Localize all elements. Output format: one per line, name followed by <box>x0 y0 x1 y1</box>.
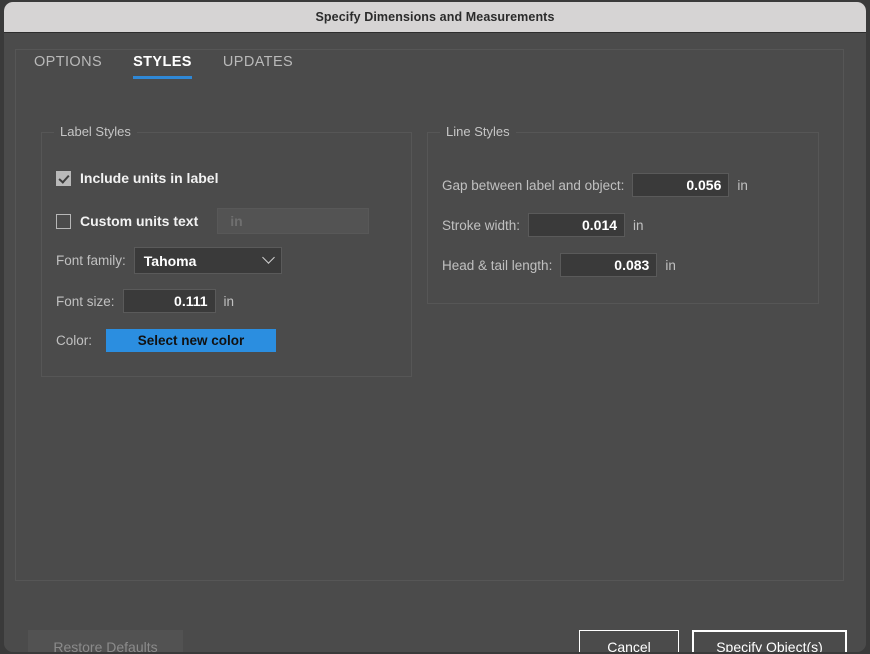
include-units-checkbox[interactable] <box>56 171 71 186</box>
include-units-label: Include units in label <box>80 170 218 186</box>
dialog-body: OPTIONS STYLES UPDATES Label Styles Incl… <box>4 34 866 652</box>
font-family-select[interactable]: Tahoma <box>134 247 282 274</box>
custom-units-row[interactable]: Custom units text in <box>56 208 369 234</box>
stroke-width-row: Stroke width: 0.014 in <box>442 213 644 237</box>
tab-bar: OPTIONS STYLES UPDATES <box>34 54 324 86</box>
color-label: Color: <box>56 333 92 348</box>
cancel-button[interactable]: Cancel <box>579 630 679 652</box>
head-tail-label: Head & tail length: <box>442 258 552 273</box>
font-family-value: Tahoma <box>144 253 197 269</box>
tab-updates[interactable]: UPDATES <box>223 54 293 79</box>
dialog-titlebar: Specify Dimensions and Measurements <box>4 2 866 33</box>
gap-input[interactable]: 0.056 <box>632 173 729 197</box>
stroke-width-unit: in <box>633 218 644 233</box>
font-size-label: Font size: <box>56 294 115 309</box>
tab-styles[interactable]: STYLES <box>133 54 192 79</box>
restore-defaults-button[interactable]: Restore Defaults <box>28 630 183 652</box>
group-label-styles-title: Label Styles <box>54 124 137 139</box>
tab-options[interactable]: OPTIONS <box>34 54 102 79</box>
gap-label: Gap between label and object: <box>442 178 624 193</box>
specify-objects-button[interactable]: Specify Object(s) <box>692 630 847 652</box>
group-line-styles-title: Line Styles <box>440 124 516 139</box>
head-tail-row: Head & tail length: 0.083 in <box>442 253 676 277</box>
font-family-label: Font family: <box>56 253 126 268</box>
dialog-title: Specify Dimensions and Measurements <box>316 10 555 24</box>
font-size-row: Font size: 0.111 in <box>56 289 234 313</box>
select-new-color-button[interactable]: Select new color <box>106 329 276 352</box>
color-row: Color: Select new color <box>56 329 276 352</box>
gap-unit: in <box>737 178 748 193</box>
custom-units-checkbox[interactable] <box>56 214 71 229</box>
head-tail-unit: in <box>665 258 676 273</box>
font-family-row: Font family: Tahoma <box>56 247 282 274</box>
stroke-width-label: Stroke width: <box>442 218 520 233</box>
font-size-input[interactable]: 0.111 <box>123 289 216 313</box>
gap-row: Gap between label and object: 0.056 in <box>442 173 748 197</box>
dialog-window: Specify Dimensions and Measurements OPTI… <box>4 2 866 652</box>
head-tail-input[interactable]: 0.083 <box>560 253 657 277</box>
chevron-down-icon <box>262 251 275 264</box>
custom-units-text-input[interactable]: in <box>217 208 369 234</box>
font-size-unit: in <box>224 294 235 309</box>
custom-units-label: Custom units text <box>80 213 198 229</box>
include-units-row[interactable]: Include units in label <box>56 170 218 186</box>
stroke-width-input[interactable]: 0.014 <box>528 213 625 237</box>
